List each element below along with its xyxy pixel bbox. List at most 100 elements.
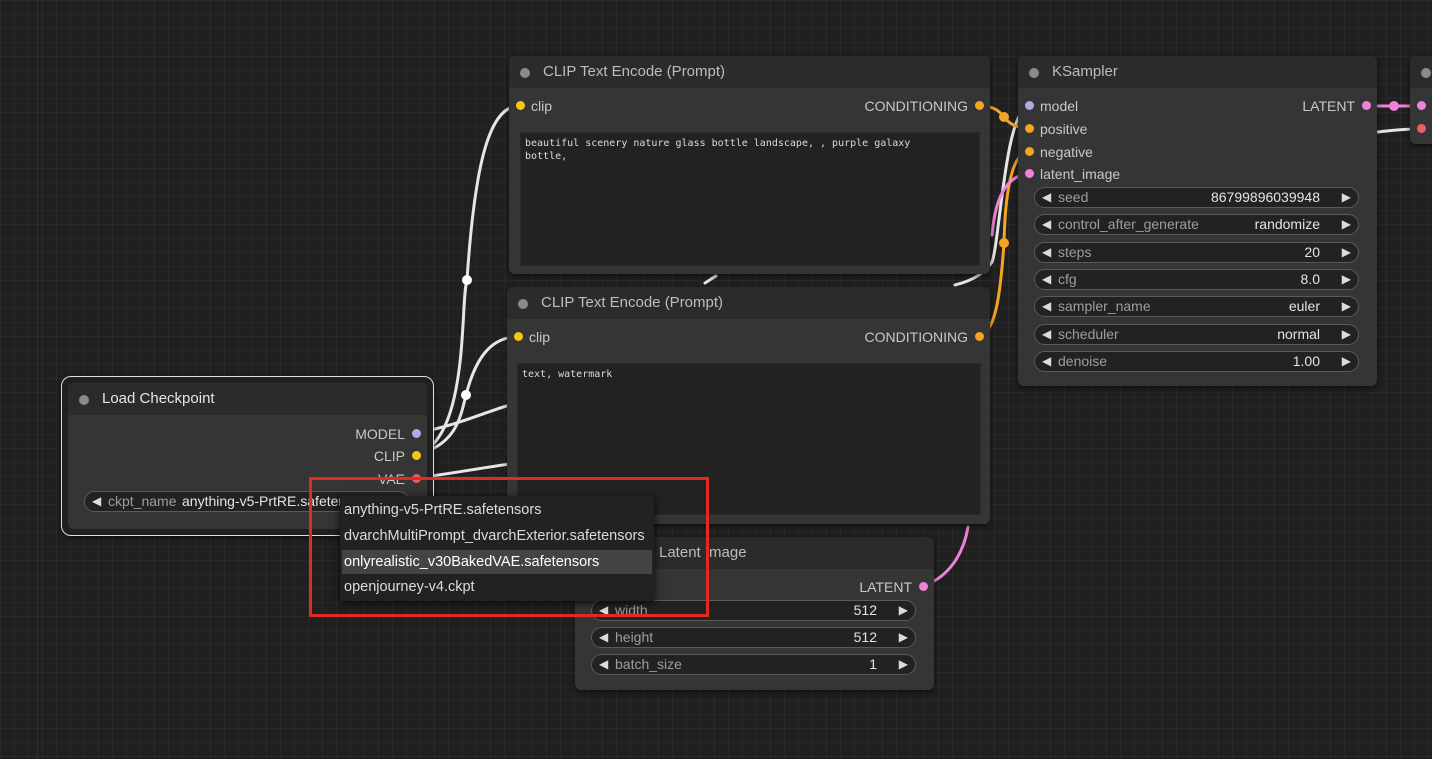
increment-arrow-icon[interactable]: ▶: [1342, 352, 1351, 371]
latent-image-input-dot[interactable]: [1025, 169, 1034, 178]
node-title: KSampler: [1052, 63, 1118, 80]
node-title-bar[interactable]: CLIP Text Encode (Prompt): [509, 56, 990, 88]
latent-output-dot[interactable]: [919, 582, 928, 591]
vae-decode-node-partial[interactable]: [1410, 56, 1432, 144]
decrement-arrow-icon[interactable]: ◀: [1042, 188, 1051, 207]
decrement-arrow-icon[interactable]: ◀: [1042, 215, 1051, 234]
increment-arrow-icon[interactable]: ▶: [899, 655, 908, 674]
height-widget[interactable]: ◀ height 512 ▶: [591, 627, 916, 648]
decrement-arrow-icon[interactable]: ◀: [1042, 325, 1051, 344]
reroute-dot-2: [461, 390, 471, 400]
collapse-dot-icon[interactable]: [1421, 68, 1431, 78]
decrement-arrow-icon[interactable]: ◀: [599, 655, 608, 674]
widget-name: batch_size: [615, 656, 682, 672]
widget-name: cfg: [1058, 271, 1077, 287]
widget-value: 8.0: [1300, 271, 1320, 287]
decrement-arrow-icon[interactable]: ◀: [1042, 270, 1051, 289]
clip-input-label: clip: [529, 329, 551, 345]
widget-name: ckpt_name: [108, 493, 177, 509]
node-title-bar[interactable]: CLIP Text Encode (Prompt): [507, 287, 990, 319]
seed-widget[interactable]: ◀ seed 86799896039948 ▶: [1034, 187, 1359, 208]
link-model-behind: [703, 274, 718, 285]
decrement-arrow-icon[interactable]: ◀: [1042, 352, 1051, 371]
clip-text-encode-positive-node[interactable]: CLIP Text Encode (Prompt) clip CONDITION…: [509, 56, 990, 274]
denoise-widget[interactable]: ◀ denoise 1.00 ▶: [1034, 351, 1359, 372]
widget-name: height: [615, 629, 654, 645]
model-input-dot[interactable]: [1025, 101, 1034, 110]
reroute-dot-4: [999, 238, 1009, 248]
node-title-bar[interactable]: [1410, 56, 1432, 88]
latent-output-label: LATENT: [859, 579, 912, 595]
reroute-dot-1: [462, 275, 472, 285]
highlight-annotation-box: [309, 477, 709, 617]
latent-output-dot[interactable]: [1362, 101, 1371, 110]
widget-value: 86799896039948: [1210, 189, 1320, 205]
increment-arrow-icon[interactable]: ▶: [1342, 297, 1351, 316]
increment-arrow-icon[interactable]: ▶: [1342, 188, 1351, 207]
reroute-dot-3: [999, 112, 1009, 122]
decrement-arrow-icon[interactable]: ◀: [1042, 297, 1051, 316]
node-title-bar[interactable]: KSampler: [1018, 56, 1377, 88]
scheduler-widget[interactable]: ◀ scheduler normal ▶: [1034, 324, 1359, 345]
decrement-arrow-icon[interactable]: ◀: [92, 492, 101, 511]
negative-input-label: negative: [1040, 144, 1093, 160]
clip-input-label: clip: [531, 98, 553, 114]
positive-input-dot[interactable]: [1025, 124, 1034, 133]
widget-value: euler: [1288, 298, 1320, 314]
conditioning-output-dot[interactable]: [975, 332, 984, 341]
increment-arrow-icon[interactable]: ▶: [1342, 215, 1351, 234]
widget-name: sampler_name: [1058, 298, 1151, 314]
increment-arrow-icon[interactable]: ▶: [1342, 325, 1351, 344]
collapse-dot-icon[interactable]: [79, 395, 89, 405]
widget-value: 1: [869, 656, 877, 672]
widget-name: control_after_generate: [1058, 216, 1199, 232]
samples-input-dot[interactable]: [1417, 101, 1426, 110]
ksampler-node[interactable]: KSampler model positive negative latent_…: [1018, 56, 1377, 386]
sampler-name-widget[interactable]: ◀ sampler_name euler ▶: [1034, 296, 1359, 317]
batch-size-widget[interactable]: ◀ batch_size 1 ▶: [591, 654, 916, 675]
increment-arrow-icon[interactable]: ▶: [1342, 270, 1351, 289]
latent-image-input-label: latent_image: [1040, 166, 1121, 182]
negative-input-dot[interactable]: [1025, 147, 1034, 156]
widget-name: steps: [1058, 244, 1092, 260]
control-after-generate-widget[interactable]: ◀ control_after_generate randomize ▶: [1034, 214, 1359, 235]
model-output-dot[interactable]: [412, 429, 421, 438]
model-output-label: MODEL: [355, 426, 405, 442]
model-input-label: model: [1040, 98, 1079, 114]
widget-value: 512: [853, 629, 877, 645]
clip-input-dot[interactable]: [516, 101, 525, 110]
conditioning-output-dot[interactable]: [975, 101, 984, 110]
decrement-arrow-icon[interactable]: ◀: [599, 628, 608, 647]
node-title: CLIP Text Encode (Prompt): [543, 63, 726, 80]
latent-output-label: LATENT: [1302, 98, 1355, 114]
vae-input-dot[interactable]: [1417, 124, 1426, 133]
steps-widget[interactable]: ◀ steps 20 ▶: [1034, 242, 1359, 263]
widget-value: randomize: [1254, 216, 1320, 232]
widget-name: seed: [1058, 189, 1089, 205]
conditioning-output-label: CONDITIONING: [864, 329, 968, 345]
conditioning-output-label: CONDITIONING: [864, 98, 968, 114]
increment-arrow-icon[interactable]: ▶: [1342, 243, 1351, 262]
clip-output-label: CLIP: [373, 448, 405, 464]
prompt-textarea[interactable]: beautiful scenery nature glass bottle la…: [520, 132, 980, 266]
positive-input-label: positive: [1040, 121, 1088, 137]
widget-value: 20: [1304, 244, 1320, 260]
widget-name: denoise: [1058, 353, 1108, 369]
widget-name: scheduler: [1058, 326, 1119, 342]
collapse-dot-icon[interactable]: [518, 299, 528, 309]
decrement-arrow-icon[interactable]: ◀: [1042, 243, 1051, 262]
clip-output-dot[interactable]: [412, 451, 421, 460]
reroute-dot-5: [1389, 101, 1399, 111]
increment-arrow-icon[interactable]: ▶: [899, 628, 908, 647]
node-title-bar[interactable]: Load Checkpoint: [68, 383, 427, 415]
cfg-widget[interactable]: ◀ cfg 8.0 ▶: [1034, 269, 1359, 290]
node-title: Load Checkpoint: [102, 390, 215, 407]
widget-value: 512: [853, 602, 877, 618]
collapse-dot-icon[interactable]: [520, 68, 530, 78]
collapse-dot-icon[interactable]: [1029, 68, 1039, 78]
widget-value: normal: [1277, 326, 1320, 342]
node-title: CLIP Text Encode (Prompt): [541, 294, 724, 311]
widget-value: 1.00: [1292, 353, 1320, 369]
increment-arrow-icon[interactable]: ▶: [899, 601, 908, 620]
clip-input-dot[interactable]: [514, 332, 523, 341]
